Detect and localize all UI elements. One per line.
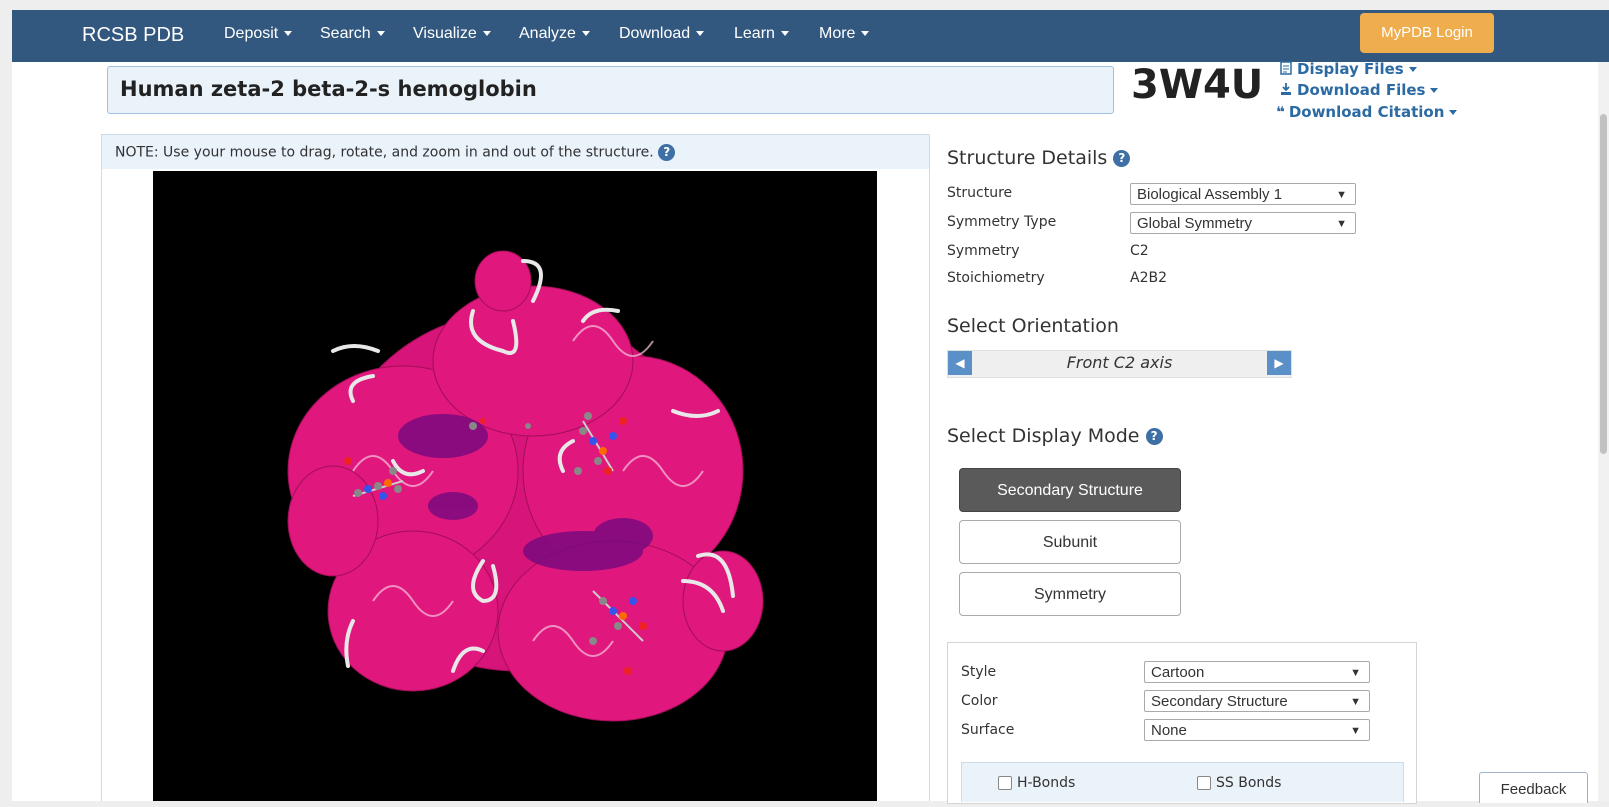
- pdb-id: 3W4U: [1131, 62, 1264, 108]
- caret-down-icon: [1449, 110, 1458, 115]
- caret-down-icon: [581, 31, 590, 37]
- mypdb-login-button[interactable]: MyPDB Login: [1360, 13, 1494, 53]
- hbonds-checkbox[interactable]: H-Bonds: [998, 775, 1075, 791]
- caret-down-icon: [861, 31, 870, 37]
- orientation-value: Front C2 axis: [1066, 353, 1173, 372]
- download-icon: [1281, 83, 1291, 95]
- nav-download[interactable]: Download: [619, 25, 705, 43]
- symmetry-button[interactable]: Symmetry: [959, 572, 1181, 616]
- file-icon: [1280, 61, 1292, 75]
- help-icon[interactable]: ?: [658, 144, 676, 161]
- select-display-mode-heading: Select Display Mode ?: [947, 425, 1163, 447]
- surface-label: Surface: [961, 722, 1015, 738]
- caret-down-icon: [780, 31, 789, 37]
- dropdown-arrow-icon: ▼: [1336, 218, 1347, 230]
- secondary-structure-button[interactable]: Secondary Structure: [959, 468, 1181, 512]
- feedback-button[interactable]: Feedback: [1479, 772, 1588, 803]
- select-orientation-heading: Select Orientation: [947, 315, 1119, 337]
- download-citation-link[interactable]: ❝ Download Citation: [1276, 103, 1458, 121]
- viewer-note: NOTE: Use your mouse to drag, rotate, an…: [115, 144, 654, 161]
- subunit-button[interactable]: Subunit: [959, 520, 1181, 564]
- viewer-note-bar: NOTE: Use your mouse to drag, rotate, an…: [101, 134, 930, 171]
- caret-down-icon: [284, 31, 293, 37]
- structure-details-heading: Structure Details ?: [947, 147, 1131, 169]
- symmetry-value: C2: [1130, 243, 1149, 259]
- bonds-options-box: H-Bonds SS Bonds: [961, 762, 1404, 802]
- checkbox-icon[interactable]: [1197, 776, 1211, 790]
- dropdown-arrow-icon: ▼: [1350, 696, 1361, 708]
- style-label: Style: [961, 664, 997, 680]
- structure-select[interactable]: Biological Assembly 1 ▼: [1130, 183, 1356, 205]
- nav-learn[interactable]: Learn: [734, 25, 789, 43]
- top-navbar: RCSB PDB Deposit Search Visualize Analyz…: [12, 10, 1609, 62]
- caret-down-icon: [696, 31, 705, 37]
- color-select[interactable]: Secondary Structure ▼: [1144, 690, 1370, 712]
- quote-icon: ❝: [1276, 103, 1285, 121]
- surface-select[interactable]: None ▼: [1144, 719, 1370, 741]
- orientation-prev-button[interactable]: ◀: [948, 351, 972, 375]
- protein-structure-render: [287, 250, 764, 722]
- caret-down-icon: [1430, 88, 1439, 93]
- symmetry-type-select[interactable]: Global Symmetry ▼: [1130, 212, 1356, 234]
- nav-more[interactable]: More: [819, 25, 870, 43]
- orientation-selector: Front C2 axis ◀ ▶: [947, 350, 1292, 378]
- structure-label: Structure: [947, 185, 1013, 201]
- structure-title-box: Human zeta-2 beta-2-s hemoglobin: [107, 66, 1114, 114]
- caret-down-icon: [482, 31, 491, 37]
- orientation-next-button[interactable]: ▶: [1267, 351, 1291, 375]
- style-select[interactable]: Cartoon ▼: [1144, 661, 1370, 683]
- dropdown-arrow-icon: ▼: [1350, 725, 1361, 737]
- help-icon[interactable]: ?: [1145, 428, 1163, 445]
- ssbonds-checkbox[interactable]: SS Bonds: [1197, 775, 1281, 791]
- molecule-3d-viewer[interactable]: [153, 171, 877, 801]
- scrollbar-thumb[interactable]: [1600, 114, 1607, 454]
- stoichiometry-label: Stoichiometry: [947, 270, 1045, 286]
- nav-analyze[interactable]: Analyze: [519, 25, 590, 43]
- help-icon[interactable]: ?: [1113, 150, 1131, 167]
- symmetry-label: Symmetry: [947, 243, 1020, 259]
- nav-search[interactable]: Search: [320, 25, 385, 43]
- symmetry-type-label: Symmetry Type: [947, 214, 1057, 230]
- structure-title: Human zeta-2 beta-2-s hemoglobin: [120, 77, 537, 101]
- checkbox-icon[interactable]: [998, 776, 1012, 790]
- dropdown-arrow-icon: ▼: [1350, 667, 1361, 679]
- download-files-link[interactable]: Download Files: [1280, 81, 1439, 99]
- brand-logo[interactable]: RCSB PDB: [82, 24, 184, 47]
- caret-down-icon: [1408, 67, 1417, 72]
- dropdown-arrow-icon: ▼: [1336, 189, 1347, 201]
- display-files-link[interactable]: Display Files: [1280, 60, 1417, 78]
- nav-deposit[interactable]: Deposit: [224, 25, 293, 43]
- color-label: Color: [961, 693, 998, 709]
- stoichiometry-value: A2B2: [1130, 270, 1167, 286]
- page-scrollbar[interactable]: [1598, 62, 1609, 801]
- caret-down-icon: [376, 31, 385, 37]
- nav-visualize[interactable]: Visualize: [413, 25, 491, 43]
